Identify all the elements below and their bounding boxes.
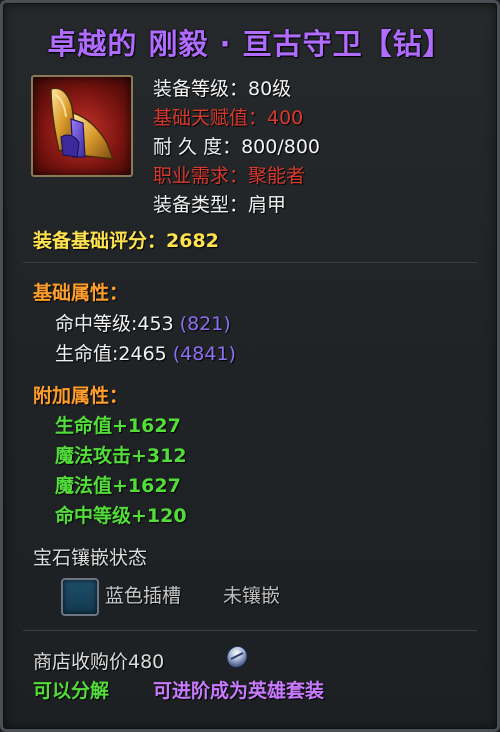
shop-price: 商店收购价480 xyxy=(33,651,165,673)
gem-slot-status: 未镶嵌 xyxy=(223,585,281,607)
stat-class-requirement: 职业需求：聚能者 xyxy=(153,165,306,187)
item-title: 卓越的 刚毅 · 亘古守卫【钻】 xyxy=(47,27,453,61)
base-attribute-hit: 命中等级:453 (821) xyxy=(55,309,231,336)
attr-extra: (4841) xyxy=(172,343,236,365)
upgrade-hero-set-label: 可进阶成为英雄套装 xyxy=(153,680,325,702)
divider xyxy=(23,630,477,631)
attr-value: 命中等级:453 xyxy=(55,313,174,335)
divider xyxy=(23,262,477,263)
bonus-attribute: 魔法值+1627 xyxy=(55,475,181,497)
coin-icon xyxy=(226,645,248,669)
base-score: 装备基础评分：2682 xyxy=(33,230,219,252)
item-tooltip: 卓越的 刚毅 · 亘古守卫【钻】 装备等级：80级 基础天赋值：400 耐 久 … xyxy=(0,0,500,732)
bonus-attribute: 魔法攻击+312 xyxy=(55,445,187,467)
stat-durability: 耐 久 度：800/800 xyxy=(153,136,321,158)
attr-extra: (821) xyxy=(179,313,231,335)
bonus-attribute: 生命值+1627 xyxy=(55,415,181,437)
stat-list: 装备等级：80级 基础天赋值：400 耐 久 度：800/800 职业需求：聚能… xyxy=(153,75,320,220)
item-icon-frame[interactable] xyxy=(31,75,133,177)
decomposable-label: 可以分解 xyxy=(33,680,110,702)
attr-value: 生命值:2465 xyxy=(55,343,167,365)
stat-type: 装备类型：肩甲 xyxy=(153,194,287,216)
base-attributes-header: 基础属性： xyxy=(33,282,129,304)
base-attribute-hp: 生命值:2465 (4841) xyxy=(55,339,236,366)
bonus-attributes-header: 附加属性： xyxy=(33,385,129,407)
gem-slot-label: 蓝色插槽 xyxy=(105,585,182,607)
gem-status-header: 宝石镶嵌状态 xyxy=(33,547,148,569)
stat-level: 装备等级：80级 xyxy=(153,78,292,100)
shoulder-armor-icon xyxy=(50,87,115,160)
bonus-attribute: 命中等级+120 xyxy=(55,505,187,527)
stat-talent: 基础天赋值：400 xyxy=(153,107,304,129)
gem-slot-blue[interactable] xyxy=(61,578,99,616)
